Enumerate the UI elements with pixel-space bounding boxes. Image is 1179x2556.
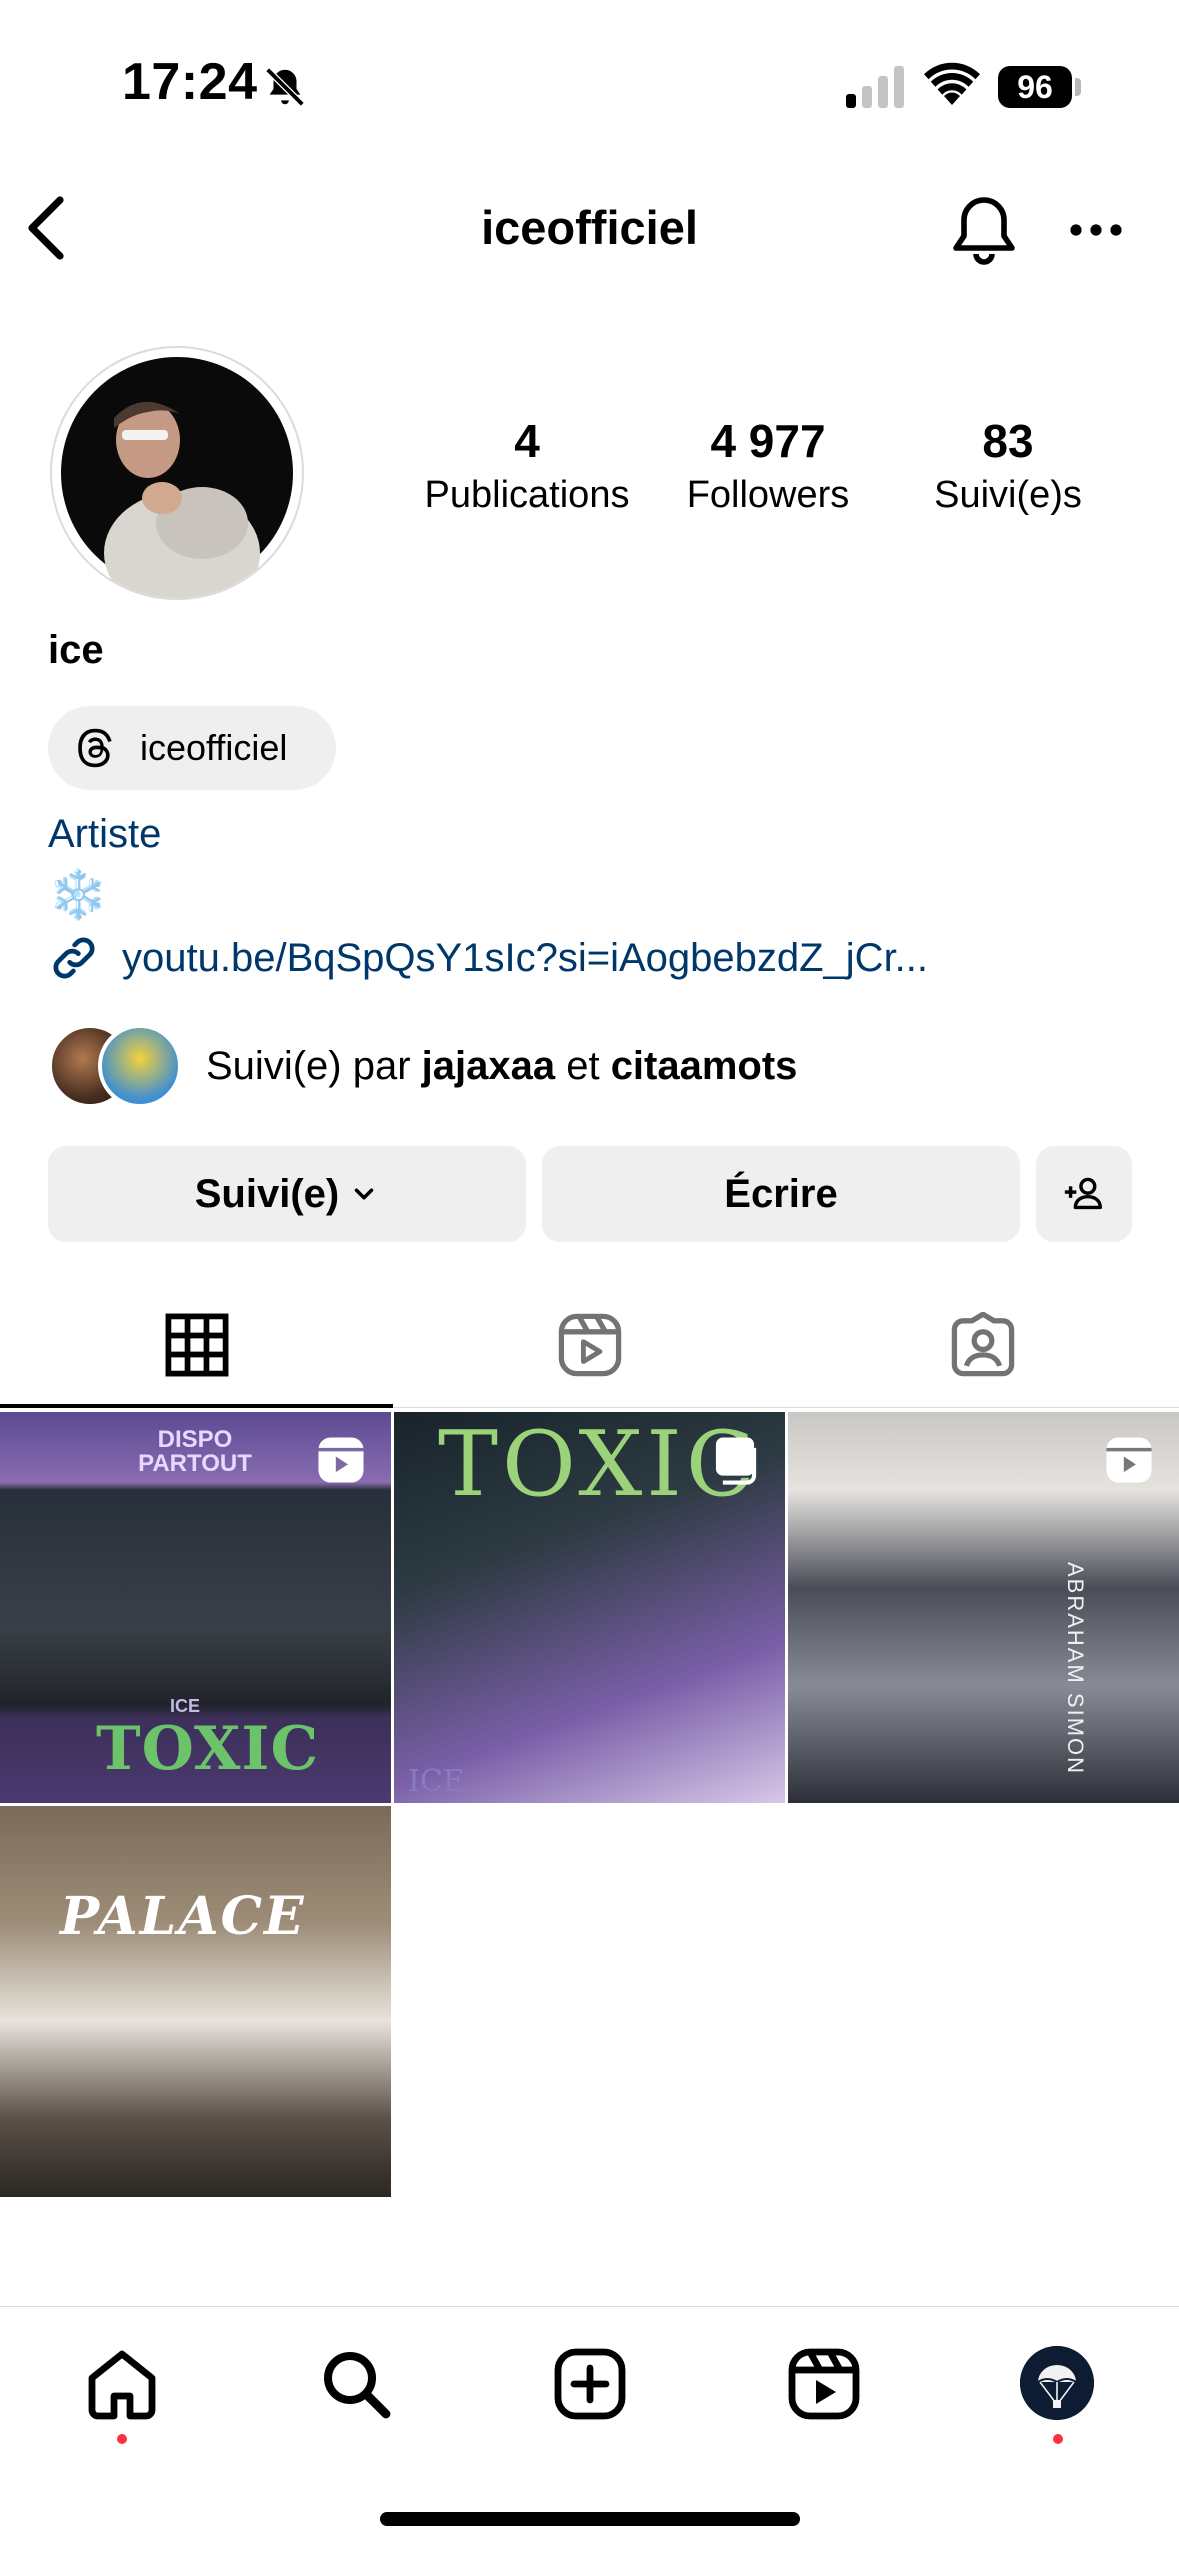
home-icon: [88, 2350, 156, 2420]
nav-create[interactable]: [552, 2346, 628, 2422]
profile-name: ice: [48, 628, 104, 672]
nav-reels[interactable]: [786, 2346, 862, 2422]
battery-tip: [1075, 78, 1081, 96]
follower-avatar-2: [98, 1024, 182, 1108]
link-icon: [53, 937, 95, 979]
following-count: 83: [982, 415, 1034, 467]
followers-count: 4 977: [710, 415, 826, 467]
profile-notification-dot: [1053, 2434, 1063, 2444]
create-post-icon: [554, 2348, 626, 2420]
publications-count: 4: [514, 415, 540, 467]
post-2-artist: ICE: [408, 1764, 465, 1799]
post-tile-1[interactable]: DISPO PARTOUT ICE TOXIC: [0, 1412, 391, 1803]
post-1-title: DISPO PARTOUT: [138, 1426, 252, 1477]
threads-badge-button[interactable]: iceofficiel: [48, 706, 336, 790]
home-indicator-bar[interactable]: [380, 2512, 800, 2526]
reels-icon: [788, 2348, 860, 2420]
profile-link[interactable]: youtu.be/BqSpQsY1sIc?si=iAogbebzdZ_jCr..…: [48, 932, 928, 984]
profile-link-text: youtu.be/BqSpQsY1sIc?si=iAogbebzdZ_jCr..…: [122, 935, 929, 980]
post-tile-4[interactable]: PALACE: [0, 1806, 391, 2197]
search-icon: [324, 2352, 391, 2419]
reel-badge-icon: [1106, 1437, 1152, 1483]
add-person-icon: [1064, 1177, 1103, 1210]
chevron-down-icon: [354, 1188, 374, 1200]
profile-parachute-icon: [1020, 2346, 1094, 2420]
nav-search[interactable]: [318, 2346, 394, 2422]
carousel-badge-icon: [715, 1437, 757, 1485]
post-tile-3[interactable]: ABRAHAM SIMON: [788, 1412, 1179, 1803]
threads-icon: [78, 728, 112, 768]
followed-by-row[interactable]: Suivi(e) par jajaxaa et citaamots: [48, 1024, 797, 1108]
tab-reels[interactable]: [393, 1300, 786, 1390]
following-button[interactable]: Suivi(e): [48, 1146, 526, 1242]
followed-by-text: Suivi(e) par jajaxaa et citaamots: [206, 1043, 798, 1088]
active-tab-indicator: [0, 1404, 393, 1408]
tab-posts-grid[interactable]: [0, 1300, 393, 1390]
suggested-users-button[interactable]: [1036, 1146, 1132, 1242]
stat-followers[interactable]: 4 977 Followers: [656, 414, 880, 517]
message-button-label: Écrire: [724, 1171, 838, 1216]
cellular-signal-icon: [846, 66, 904, 108]
post-3-side-text: ABRAHAM SIMON: [1063, 1562, 1088, 1776]
home-notification-dot: [117, 2434, 127, 2444]
tagged-person-icon: [951, 1312, 1014, 1377]
nav-profile-avatar[interactable]: [1020, 2346, 1094, 2420]
following-button-label: Suivi(e): [194, 1171, 340, 1216]
tab-tagged[interactable]: [786, 1300, 1179, 1390]
more-options-icon[interactable]: [1066, 210, 1126, 250]
bottom-nav-divider: [0, 2306, 1179, 2307]
message-button[interactable]: Écrire: [542, 1146, 1020, 1242]
status-time: 17:24: [122, 53, 258, 111]
follower-name-2: citaamots: [610, 1043, 798, 1088]
stat-publications[interactable]: 4 Publications: [402, 414, 652, 517]
threads-handle: iceofficiel: [140, 727, 288, 768]
silent-mode-icon: [265, 67, 305, 107]
reel-badge-icon: [318, 1437, 364, 1483]
nav-home[interactable]: [84, 2346, 160, 2422]
post-4-title: PALACE: [60, 1886, 306, 1947]
follower-name-1: jajaxaa: [421, 1043, 556, 1088]
publications-label: Publications: [424, 474, 630, 516]
notification-bell-icon[interactable]: [948, 192, 1020, 268]
post-1-song: TOXIC: [96, 1714, 320, 1784]
reels-icon: [558, 1313, 621, 1377]
followers-label: Followers: [686, 474, 850, 516]
post-tile-2[interactable]: TOXIC ICE: [394, 1412, 785, 1803]
grid-icon: [165, 1313, 228, 1377]
wifi-icon: [924, 62, 980, 105]
bio-snowflake-emoji: ❄️: [48, 869, 108, 922]
profile-avatar[interactable]: [50, 346, 304, 600]
battery-indicator: 96: [998, 66, 1072, 108]
profile-category: Artiste: [48, 812, 162, 856]
following-label: Suivi(e)s: [934, 474, 1082, 516]
stat-following[interactable]: 83 Suivi(e)s: [900, 414, 1116, 517]
